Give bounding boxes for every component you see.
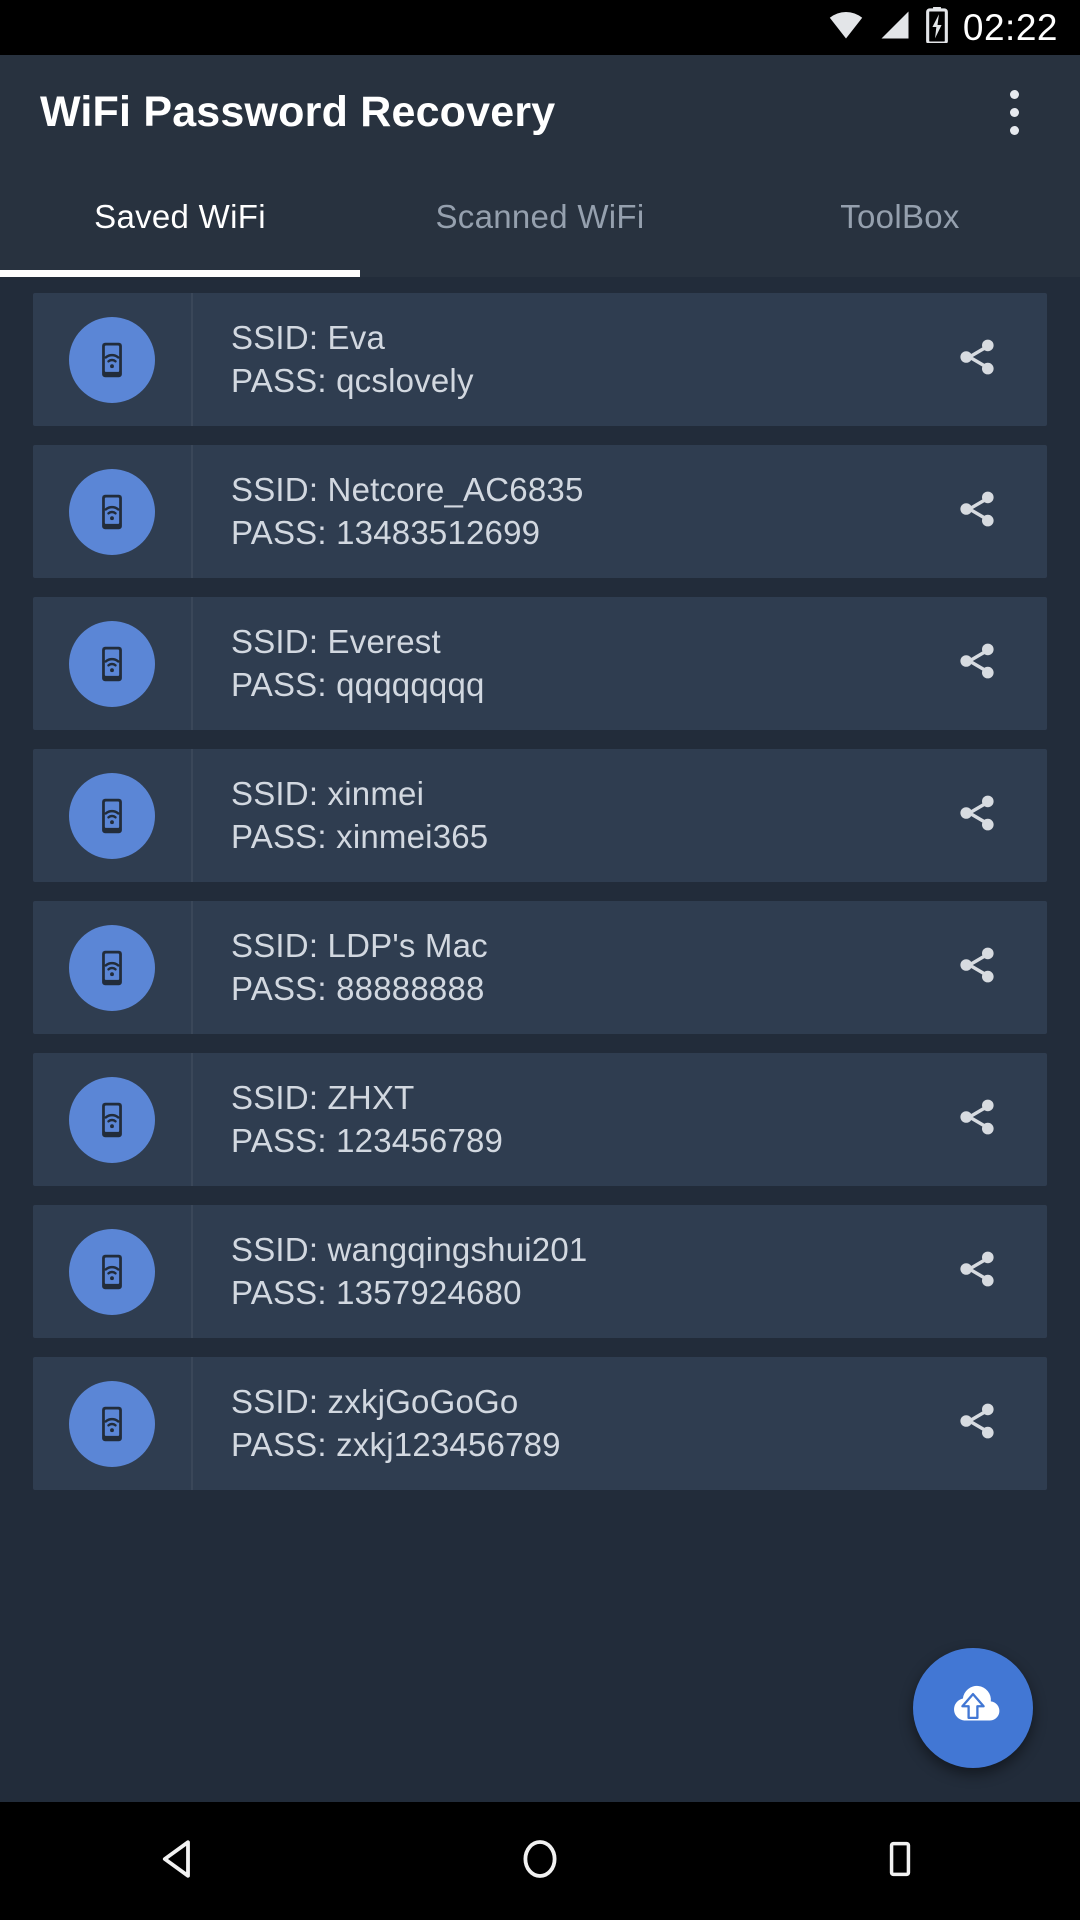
share-icon	[953, 333, 1001, 386]
phone-wifi-icon	[69, 772, 155, 859]
phone-wifi-icon	[69, 1076, 155, 1163]
wifi-icon	[827, 10, 865, 45]
wifi-item-text: SSID: Eva PASS: qcslovely	[193, 293, 907, 426]
wifi-item-ssid: SSID: LDP's Mac	[231, 927, 488, 964]
saved-wifi-list[interactable]: SSID: Eva PASS: qcslovely SSID: Netcore_…	[0, 277, 1080, 1802]
wifi-item-pass: PASS: xinmei365	[231, 818, 489, 855]
wifi-item-icon-cell	[33, 293, 193, 426]
status-bar: 02:22	[0, 0, 1080, 55]
wifi-item-text: SSID: wangqingshui201 PASS: 1357924680	[193, 1205, 907, 1338]
nav-back-button[interactable]	[105, 1802, 255, 1920]
wifi-item-text: SSID: LDP's Mac PASS: 88888888	[193, 901, 907, 1034]
share-icon	[953, 789, 1001, 842]
wifi-item-text: SSID: zxkjGoGoGo PASS: zxkj123456789	[193, 1357, 907, 1490]
share-icon	[953, 1093, 1001, 1146]
wifi-item-pass: PASS: zxkj123456789	[231, 1426, 561, 1463]
wifi-item-pass: PASS: 88888888	[231, 970, 485, 1007]
wifi-item-ssid: SSID: Everest	[231, 623, 441, 660]
wifi-item-ssid: SSID: zxkjGoGoGo	[231, 1383, 519, 1420]
wifi-item-icon-cell	[33, 445, 193, 578]
wifi-item-icon-cell	[33, 901, 193, 1034]
nav-recents-button[interactable]	[825, 1802, 975, 1920]
wifi-list-item[interactable]: SSID: wangqingshui201 PASS: 1357924680	[33, 1205, 1047, 1338]
phone-wifi-icon	[69, 468, 155, 555]
phone-wifi-icon	[69, 620, 155, 707]
wifi-item-pass: PASS: 123456789	[231, 1122, 504, 1159]
tab-scanned-wifi[interactable]: Scanned WiFi	[360, 170, 720, 263]
share-button[interactable]	[907, 597, 1047, 730]
phone-wifi-icon	[69, 1228, 155, 1315]
phone-wifi-icon	[69, 1380, 155, 1467]
share-icon	[953, 1397, 1001, 1450]
wifi-item-pass: PASS: qqqqqqqq	[231, 666, 485, 703]
tab-bar: Saved WiFi Scanned WiFi ToolBox	[0, 170, 1080, 277]
tab-active-indicator	[0, 270, 360, 277]
wifi-item-text: SSID: ZHXT PASS: 123456789	[193, 1053, 907, 1186]
wifi-list-item[interactable]: SSID: Everest PASS: qqqqqqqq	[33, 597, 1047, 730]
wifi-item-icon-cell	[33, 1053, 193, 1186]
wifi-list-item[interactable]: SSID: LDP's Mac PASS: 88888888	[33, 901, 1047, 1034]
wifi-item-text: SSID: Everest PASS: qqqqqqqq	[193, 597, 907, 730]
wifi-item-ssid: SSID: xinmei	[231, 775, 425, 812]
status-bar-clock: 02:22	[962, 6, 1058, 48]
wifi-item-ssid: SSID: wangqingshui201	[231, 1231, 588, 1268]
wifi-item-icon-cell	[33, 1205, 193, 1338]
home-circle-icon	[516, 1835, 564, 1888]
share-button[interactable]	[907, 749, 1047, 882]
wifi-item-ssid: SSID: Netcore_AC6835	[231, 471, 584, 508]
share-icon	[953, 637, 1001, 690]
share-icon	[953, 941, 1001, 994]
wifi-list-item[interactable]: SSID: zxkjGoGoGo PASS: zxkj123456789	[33, 1357, 1047, 1490]
share-button[interactable]	[907, 445, 1047, 578]
share-button[interactable]	[907, 1357, 1047, 1490]
cloud-upload-icon	[942, 1675, 1004, 1742]
wifi-item-icon-cell	[33, 1357, 193, 1490]
wifi-item-pass: PASS: 1357924680	[231, 1274, 522, 1311]
share-icon	[953, 1245, 1001, 1298]
status-bar-icons	[827, 7, 949, 48]
share-button[interactable]	[907, 901, 1047, 1034]
share-button[interactable]	[907, 1205, 1047, 1338]
back-triangle-icon	[156, 1835, 204, 1888]
wifi-item-text: SSID: xinmei PASS: xinmei365	[193, 749, 907, 882]
phone-wifi-icon	[69, 924, 155, 1011]
wifi-item-icon-cell	[33, 597, 193, 730]
cellular-signal-icon	[878, 10, 912, 45]
wifi-item-ssid: SSID: ZHXT	[231, 1079, 415, 1116]
wifi-item-pass: PASS: 13483512699	[231, 514, 541, 551]
app-bar: WiFi Password Recovery	[0, 55, 1080, 170]
share-button[interactable]	[907, 1053, 1047, 1186]
nav-home-button[interactable]	[465, 1802, 615, 1920]
phone-wifi-icon	[69, 316, 155, 403]
android-nav-bar	[0, 1802, 1080, 1920]
cloud-upload-fab[interactable]	[913, 1648, 1033, 1768]
wifi-list-item[interactable]: SSID: xinmei PASS: xinmei365	[33, 749, 1047, 882]
wifi-item-pass: PASS: qcslovely	[231, 362, 474, 399]
page-title: WiFi Password Recovery	[40, 88, 556, 136]
wifi-item-icon-cell	[33, 749, 193, 882]
wifi-list-item[interactable]: SSID: Netcore_AC6835 PASS: 13483512699	[33, 445, 1047, 578]
wifi-item-ssid: SSID: Eva	[231, 319, 386, 356]
wifi-list-item[interactable]: SSID: ZHXT PASS: 123456789	[33, 1053, 1047, 1186]
wifi-list-item[interactable]: SSID: Eva PASS: qcslovely	[33, 293, 1047, 426]
tab-toolbox[interactable]: ToolBox	[720, 170, 1080, 263]
battery-charging-icon	[925, 7, 949, 48]
share-icon	[953, 485, 1001, 538]
share-button[interactable]	[907, 293, 1047, 426]
wifi-item-text: SSID: Netcore_AC6835 PASS: 13483512699	[193, 445, 907, 578]
more-options-icon[interactable]	[986, 78, 1042, 148]
tab-saved-wifi[interactable]: Saved WiFi	[0, 170, 360, 263]
recents-square-icon	[878, 1837, 922, 1886]
